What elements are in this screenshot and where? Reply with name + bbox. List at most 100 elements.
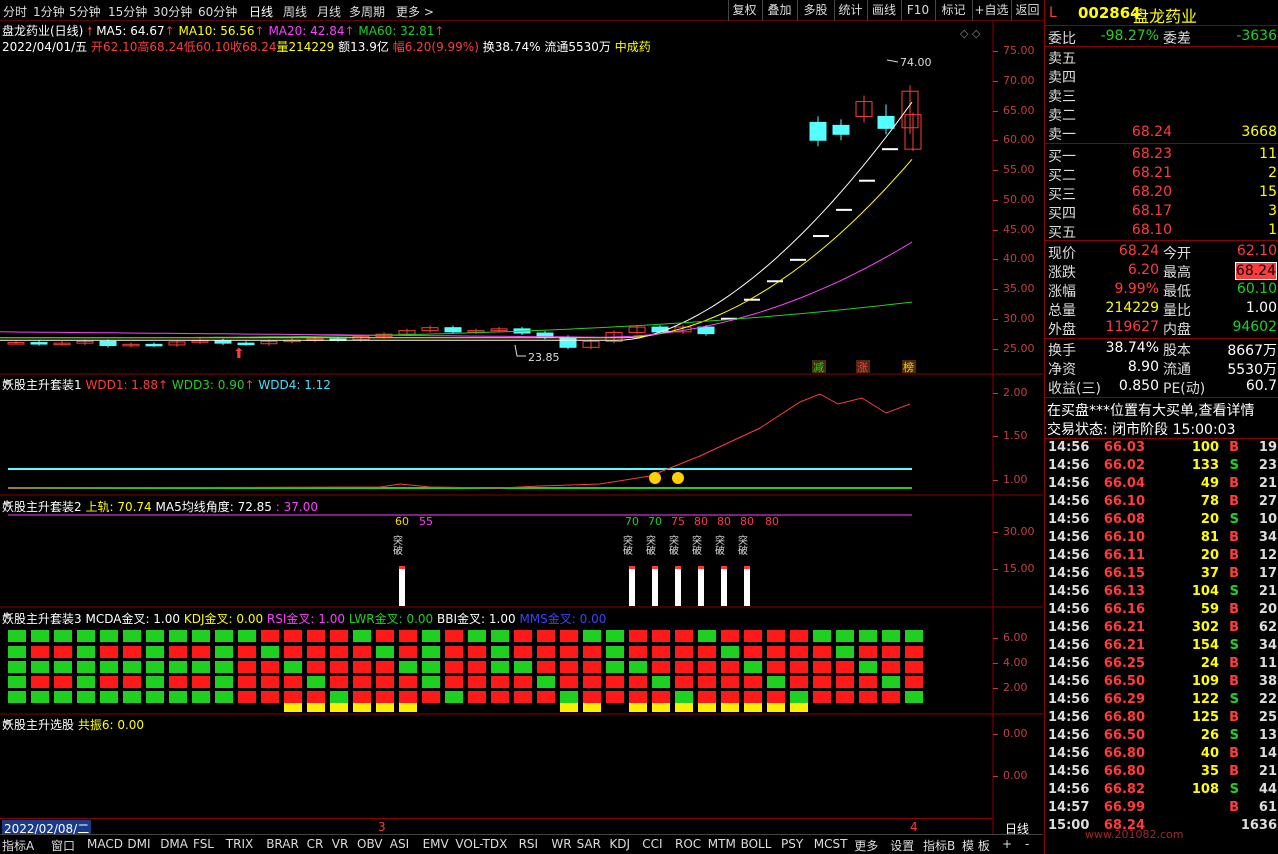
sell-level-2[interactable]: 卖三 [1047,86,1277,105]
tick-count: 21 [1258,584,1277,599]
signal-marker [698,703,716,712]
signal-block [744,661,762,673]
indicator-tab-15[interactable]: WR [551,837,571,851]
bottom-right-tab-2[interactable]: + [1002,837,1012,851]
tick-side: S [1229,458,1239,473]
tick-time: 14:57 [1048,800,1090,815]
buy-level-4[interactable]: 买五 68.10 1 [1047,222,1277,241]
main_pane-tick-label: 35.00 [1003,282,1035,295]
indicator-tab-12[interactable]: EMV [423,837,449,851]
buy-volume: 1 [1268,222,1277,238]
indicator-tab-1[interactable]: 窗口 [51,837,75,854]
signal-block [31,646,49,658]
indicator-tab-0[interactable]: 指标A [2,837,34,854]
indicator-tab-16[interactable]: SAR [577,837,601,851]
indicator-tab-14[interactable]: RSI [519,837,539,851]
candle [99,340,117,347]
indicator-tab-3[interactable]: DMI [127,837,150,851]
signal-block [629,646,647,658]
tick-time: 14:56 [1048,548,1090,563]
tick-price: 66.99 [1103,800,1145,815]
tick-time: 14:56 [1048,584,1090,599]
signal-block [790,661,808,673]
stat-label: 总量 [1048,303,1076,319]
ma-line-1 [0,158,913,339]
tick-volume: 20 [1200,548,1219,563]
flag-text: 减 [813,361,824,374]
tick-row: 14:56 66.10 81 B 34 [1047,530,1277,548]
bottom-right-tab-1[interactable]: 模 板 [962,837,990,854]
buy-level-1[interactable]: 买二 68.21 2 [1047,165,1277,184]
big-order-notice[interactable]: 在买盘***位置有大买单,查看详情 [1047,400,1277,419]
signal-block [652,630,670,642]
signal-block [813,630,831,642]
indicator-tab-2[interactable]: MACD [87,837,123,851]
pane3-tick-label: 15.00 [1003,562,1035,575]
stat-value: 68.24 [1234,262,1277,280]
indicator-tab-4[interactable]: DMA [160,837,188,851]
signal-block [859,676,877,688]
quote-stat2-row: 收益(三) 0.850 PE(动) 60.7 [1047,378,1277,397]
indicator-tab-5[interactable]: FSL [193,837,214,851]
indicator-tab-9[interactable]: VR [332,837,349,851]
tick-count: 14 [1258,746,1277,761]
indicator-tab-8[interactable]: CR [307,837,324,851]
tick-time: 14:56 [1048,458,1090,473]
signal-block [606,630,624,642]
signal-marker [330,703,348,712]
signal-block [468,661,486,673]
indicator-tab-21[interactable]: BOLL [741,837,772,851]
signal-block [238,676,256,688]
tick-volume: 100 [1191,440,1219,455]
tick-row: 14:56 66.80 35 B 21 [1047,764,1277,782]
signal-block [330,661,348,673]
indicator-tab-19[interactable]: ROC [675,837,701,851]
sell-level-4[interactable]: 卖一 68.24 3668 [1047,124,1277,143]
main_pane-tick-label: 50.00 [1003,193,1035,206]
tick-count: 23 [1258,458,1277,473]
indicator-tab-25[interactable]: 设置 [890,837,914,854]
pane5-title: 妖股主升选股 [2,718,75,732]
signal-block [376,646,394,658]
indicator-tab-20[interactable]: MTM [708,837,736,851]
time-axis: 2022/02/08/二 3 4 [0,818,993,837]
candle [877,115,895,129]
signal-block [100,630,118,642]
indicator-tab-13[interactable]: VOL-TDX [455,837,507,851]
signal-block [399,646,417,658]
lwr-cross-label: LWR金叉: 0.00 [348,612,434,626]
indicator-tab-11[interactable]: ASI [390,837,409,851]
tick-time: 14:56 [1048,512,1090,527]
indicator-tab-23[interactable]: MCST [814,837,848,851]
sell-level-3[interactable]: 卖二 [1047,105,1277,124]
sell-level-0[interactable]: 卖五 [1047,48,1277,67]
indicator-tab-10[interactable]: OBV [357,837,383,851]
buy-level-2[interactable]: 买三 68.20 15 [1047,184,1277,203]
signal-block [422,691,440,703]
sell-level-1[interactable]: 卖四 [1047,67,1277,86]
tick-count: 44 [1258,782,1277,797]
pane2-tick-label: 2.00 [1003,386,1028,399]
signal-value-label: 70 [648,515,662,528]
indicator-tab-17[interactable]: KDJ [609,837,630,851]
sell-price: 68.24 [1131,124,1172,140]
tick-price: 66.21 [1103,620,1145,635]
indicator-tab-22[interactable]: PSY [781,837,803,851]
buy-volume: 3 [1268,203,1277,219]
indicator-tab-24[interactable]: 更多 [854,837,878,854]
signal-block [77,661,95,673]
tick-price: 66.16 [1103,602,1145,617]
signal-block [468,691,486,703]
stat-label: 量比 [1163,303,1191,319]
main_pane-tick-label: 30.00 [1003,312,1035,325]
indicator-tab-18[interactable]: CCI [642,837,662,851]
signal-marker [721,703,739,712]
buy-level-0[interactable]: 买一 68.23 11 [1047,146,1277,165]
signal-block [215,676,233,688]
tick-time: 14:56 [1048,710,1090,725]
buy-level-3[interactable]: 买四 68.17 3 [1047,203,1277,222]
bottom-right-tab-3[interactable]: - [1025,837,1029,851]
bottom-right-tab-0[interactable]: 指标B [923,837,955,854]
indicator-tab-6[interactable]: TRIX [226,837,253,851]
indicator-tab-7[interactable]: BRAR [266,837,299,851]
